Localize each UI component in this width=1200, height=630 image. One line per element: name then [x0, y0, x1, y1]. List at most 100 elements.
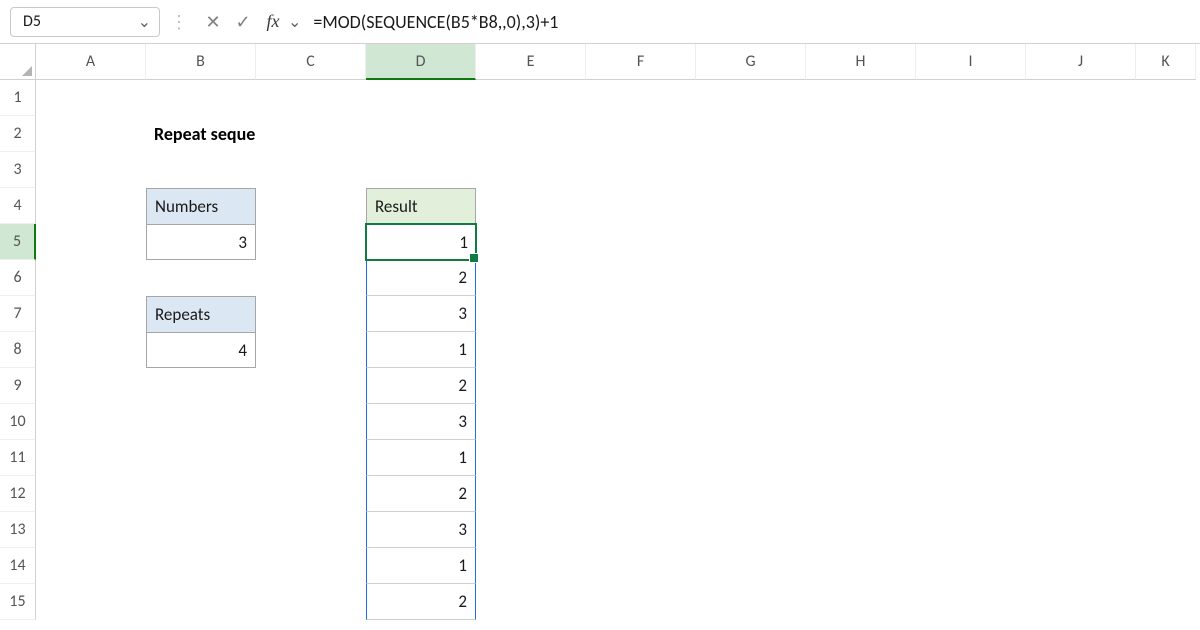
cell[interactable]	[916, 224, 1026, 260]
cell[interactable]	[1136, 476, 1196, 512]
cell[interactable]	[696, 224, 806, 260]
cancel-button[interactable]: ✕	[198, 7, 228, 37]
cell[interactable]	[696, 368, 806, 404]
row-header-3[interactable]: 3	[0, 152, 36, 188]
cell[interactable]	[586, 368, 696, 404]
col-header-B[interactable]: B	[146, 44, 256, 80]
cell[interactable]	[1136, 296, 1196, 332]
cell[interactable]	[806, 260, 916, 296]
cell[interactable]	[36, 368, 146, 404]
cell[interactable]	[36, 512, 146, 548]
cell[interactable]	[1136, 152, 1196, 188]
cell[interactable]	[476, 152, 586, 188]
cell[interactable]	[1026, 296, 1136, 332]
cell[interactable]	[256, 512, 366, 548]
cell[interactable]	[916, 332, 1026, 368]
cell[interactable]	[36, 584, 146, 620]
cell[interactable]	[476, 440, 586, 476]
cell[interactable]	[476, 368, 586, 404]
cell[interactable]	[146, 152, 256, 188]
cell[interactable]	[476, 224, 586, 260]
cell[interactable]	[476, 188, 586, 224]
cell[interactable]	[1026, 368, 1136, 404]
cell[interactable]	[806, 548, 916, 584]
cell[interactable]	[366, 152, 476, 188]
cell[interactable]	[1026, 548, 1136, 584]
col-header-H[interactable]: H	[806, 44, 916, 80]
cell[interactable]	[1026, 80, 1136, 116]
result-cell[interactable]: 3	[366, 512, 476, 548]
cell[interactable]	[476, 584, 586, 620]
cell[interactable]	[476, 404, 586, 440]
numbers-label[interactable]: Numbers	[146, 188, 256, 224]
cell[interactable]	[806, 512, 916, 548]
cell[interactable]	[146, 80, 256, 116]
cell[interactable]	[36, 476, 146, 512]
cell[interactable]	[256, 440, 366, 476]
cell[interactable]	[1026, 152, 1136, 188]
result-cell[interactable]: 1	[366, 440, 476, 476]
cell[interactable]	[256, 584, 366, 620]
cell[interactable]	[1136, 584, 1196, 620]
row-header-8[interactable]: 8	[0, 332, 36, 368]
active-cell-D5[interactable]: 1	[366, 224, 476, 260]
row-header-12[interactable]: 12	[0, 476, 36, 512]
cell[interactable]	[1136, 224, 1196, 260]
cell[interactable]	[696, 296, 806, 332]
cell[interactable]	[256, 152, 366, 188]
row-header-10[interactable]: 10	[0, 404, 36, 440]
cell[interactable]	[806, 224, 916, 260]
cell[interactable]	[36, 296, 146, 332]
cell[interactable]	[806, 368, 916, 404]
cell[interactable]	[366, 80, 476, 116]
cell[interactable]	[696, 116, 806, 152]
cell[interactable]	[1136, 116, 1196, 152]
cell[interactable]	[916, 296, 1026, 332]
cell[interactable]	[586, 332, 696, 368]
cell[interactable]	[806, 584, 916, 620]
cell[interactable]	[476, 332, 586, 368]
cell[interactable]	[916, 512, 1026, 548]
row-header-15[interactable]: 15	[0, 584, 36, 620]
select-all-corner[interactable]	[0, 44, 36, 80]
cell[interactable]	[256, 296, 366, 332]
cell[interactable]	[36, 224, 146, 260]
numbers-value[interactable]: 3	[146, 224, 256, 260]
col-header-I[interactable]: I	[916, 44, 1026, 80]
result-cell[interactable]: 1	[366, 332, 476, 368]
cell[interactable]	[1136, 188, 1196, 224]
cell[interactable]	[806, 440, 916, 476]
cell[interactable]	[1026, 260, 1136, 296]
cell[interactable]	[916, 548, 1026, 584]
cell[interactable]	[696, 404, 806, 440]
cell[interactable]	[696, 584, 806, 620]
cell[interactable]	[476, 260, 586, 296]
cell[interactable]	[586, 548, 696, 584]
cell[interactable]	[36, 260, 146, 296]
cell[interactable]	[916, 368, 1026, 404]
row-header-14[interactable]: 14	[0, 548, 36, 584]
result-label[interactable]: Result	[366, 188, 476, 224]
cell[interactable]	[696, 548, 806, 584]
cell[interactable]	[256, 260, 366, 296]
cell[interactable]	[916, 440, 1026, 476]
cell[interactable]	[586, 512, 696, 548]
result-cell[interactable]: 3	[366, 296, 476, 332]
row-header-2[interactable]: 2	[0, 116, 36, 152]
cell[interactable]	[586, 116, 696, 152]
cell[interactable]	[586, 260, 696, 296]
cell[interactable]	[696, 260, 806, 296]
cell[interactable]	[36, 404, 146, 440]
cell[interactable]	[146, 584, 256, 620]
result-cell[interactable]: 2	[366, 260, 476, 296]
cell[interactable]	[586, 584, 696, 620]
cell[interactable]	[1026, 224, 1136, 260]
result-cell[interactable]: 2	[366, 368, 476, 404]
cell[interactable]	[586, 404, 696, 440]
cell[interactable]	[696, 332, 806, 368]
row-header-6[interactable]: 6	[0, 260, 36, 296]
col-header-K[interactable]: K	[1136, 44, 1196, 80]
cell[interactable]	[36, 80, 146, 116]
cell[interactable]	[366, 116, 476, 152]
row-header-9[interactable]: 9	[0, 368, 36, 404]
